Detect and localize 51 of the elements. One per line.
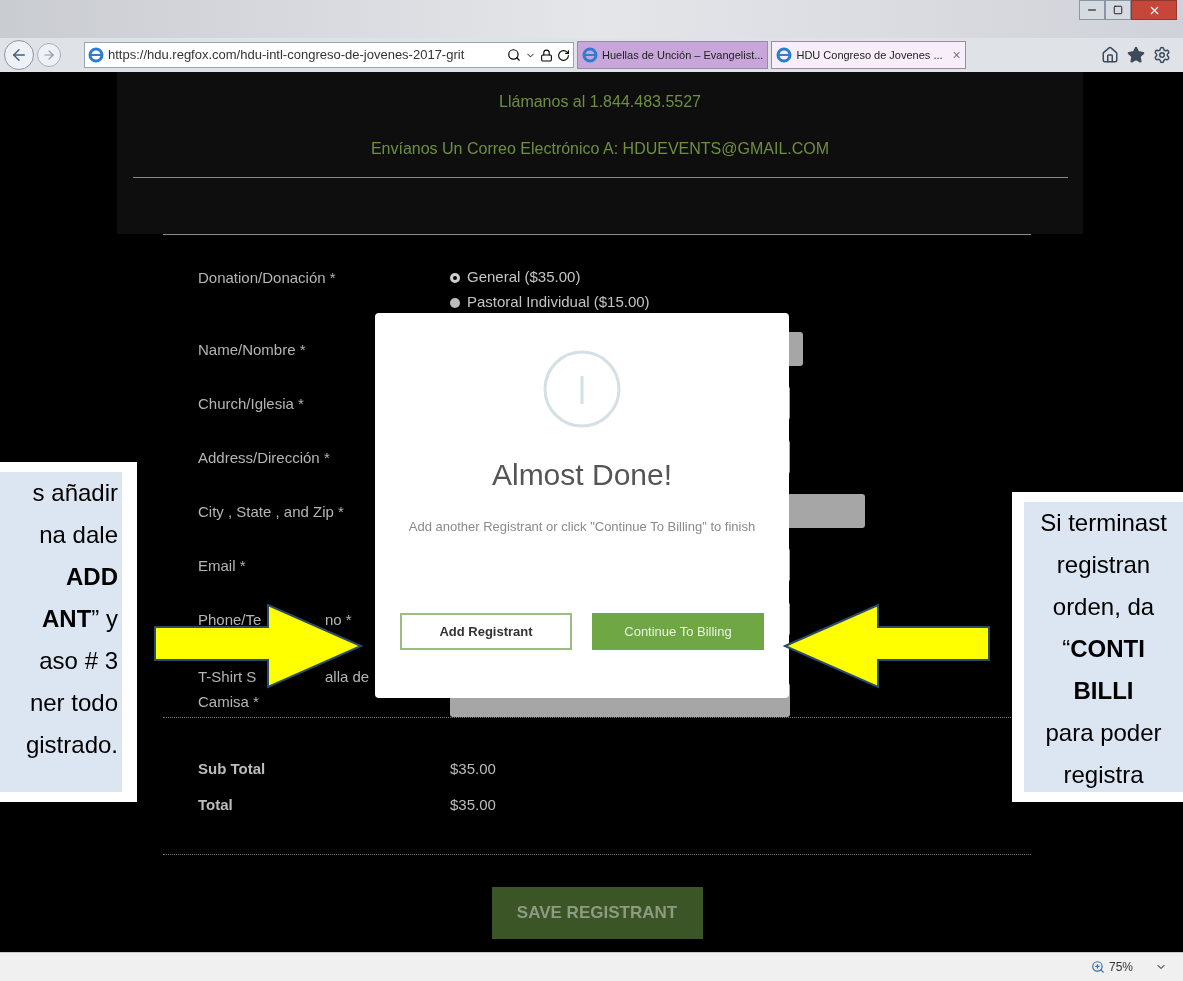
- browser-logo-icon: [88, 47, 104, 63]
- option-label: Pastoral Individual ($15.00): [467, 292, 650, 313]
- lock-icon: [540, 48, 553, 62]
- total-label: Total: [198, 794, 234, 815]
- total-value: $35.00: [450, 758, 496, 779]
- field-label: alla de: [325, 667, 370, 687]
- callout-text: s añadir na dale ADD ANT” y aso # 3 ner todo gistrado.: [0, 472, 122, 792]
- field-label: Camisa *: [198, 692, 259, 712]
- tab-close[interactable]: ×: [952, 44, 961, 66]
- total-value: $35.00: [450, 794, 496, 815]
- radio-button[interactable]: [450, 272, 460, 283]
- browser-logo-icon: [776, 47, 793, 63]
- phone-text: Llámanos al 1.844.483.5527: [499, 92, 701, 112]
- forward-arrow-icon: [42, 48, 56, 62]
- dialog-button[interactable]: Add Registrant: [400, 613, 572, 650]
- field-label: Church/Iglesia *: [198, 393, 304, 414]
- maximize-button[interactable]: [1105, 0, 1131, 20]
- option-label: General ($35.00): [467, 267, 581, 288]
- browser-logo-icon: [582, 47, 598, 63]
- field-label: Donation/Donación *: [198, 268, 337, 288]
- info-circle-icon: [542, 349, 622, 429]
- refresh-icon[interactable]: [557, 48, 570, 62]
- browser-tab[interactable]: Huellas de Unción – Evangelist...: [577, 41, 769, 69]
- zoom-level[interactable]: 75%: [1108, 958, 1133, 976]
- field-label: Email *: [198, 555, 246, 576]
- dialog-message: Add another Registrant or click "Continue To Billing" to finish: [407, 518, 757, 536]
- home-icon[interactable]: [1101, 46, 1119, 64]
- field-label: T-Shirt S: [198, 667, 258, 687]
- settings-icon[interactable]: [1153, 46, 1171, 64]
- radio-button[interactable]: [450, 297, 460, 308]
- address-bar[interactable]: https://hdu.regfox.com/hdu-intl-congreso-de-jovenes-2017-grit: [84, 42, 574, 68]
- dialog-title: Almost Done!: [491, 457, 673, 493]
- total-label: Sub Total: [198, 758, 267, 779]
- callout-text: Si terminast registran orden, da “CONTI BILLI para poder registra: [1024, 502, 1183, 792]
- tab-title: HDU Congreso de Jovenes ...: [796, 47, 943, 63]
- maximize-icon: [1113, 5, 1123, 15]
- field-label: Phone/Te: [198, 609, 263, 630]
- url-text: https://hdu.regfox.com/hdu-intl-congreso-de-jovenes-2017-grit: [108, 46, 466, 65]
- field-label: City , State , and Zip *: [198, 501, 344, 522]
- field-label: Name/Nombre *: [198, 339, 306, 360]
- zoom-icon[interactable]: [1090, 960, 1105, 974]
- search-icon[interactable]: [507, 48, 521, 62]
- field-label: Address/Dirección *: [198, 447, 330, 468]
- favorites-icon[interactable]: [1127, 46, 1145, 64]
- email-text: Envíanos Un Correo Electrónico A: HDUEVENTS@GMAIL.COM: [370, 139, 830, 159]
- browser-tab[interactable]: HDU Congreso de Jovenes ... ×: [771, 41, 966, 69]
- field-label: no *: [325, 609, 352, 630]
- minimize-button[interactable]: [1079, 0, 1105, 20]
- close-button[interactable]: [1131, 0, 1177, 20]
- back-button[interactable]: [4, 40, 34, 70]
- tab-title: Huellas de Unción – Evangelist...: [602, 47, 764, 63]
